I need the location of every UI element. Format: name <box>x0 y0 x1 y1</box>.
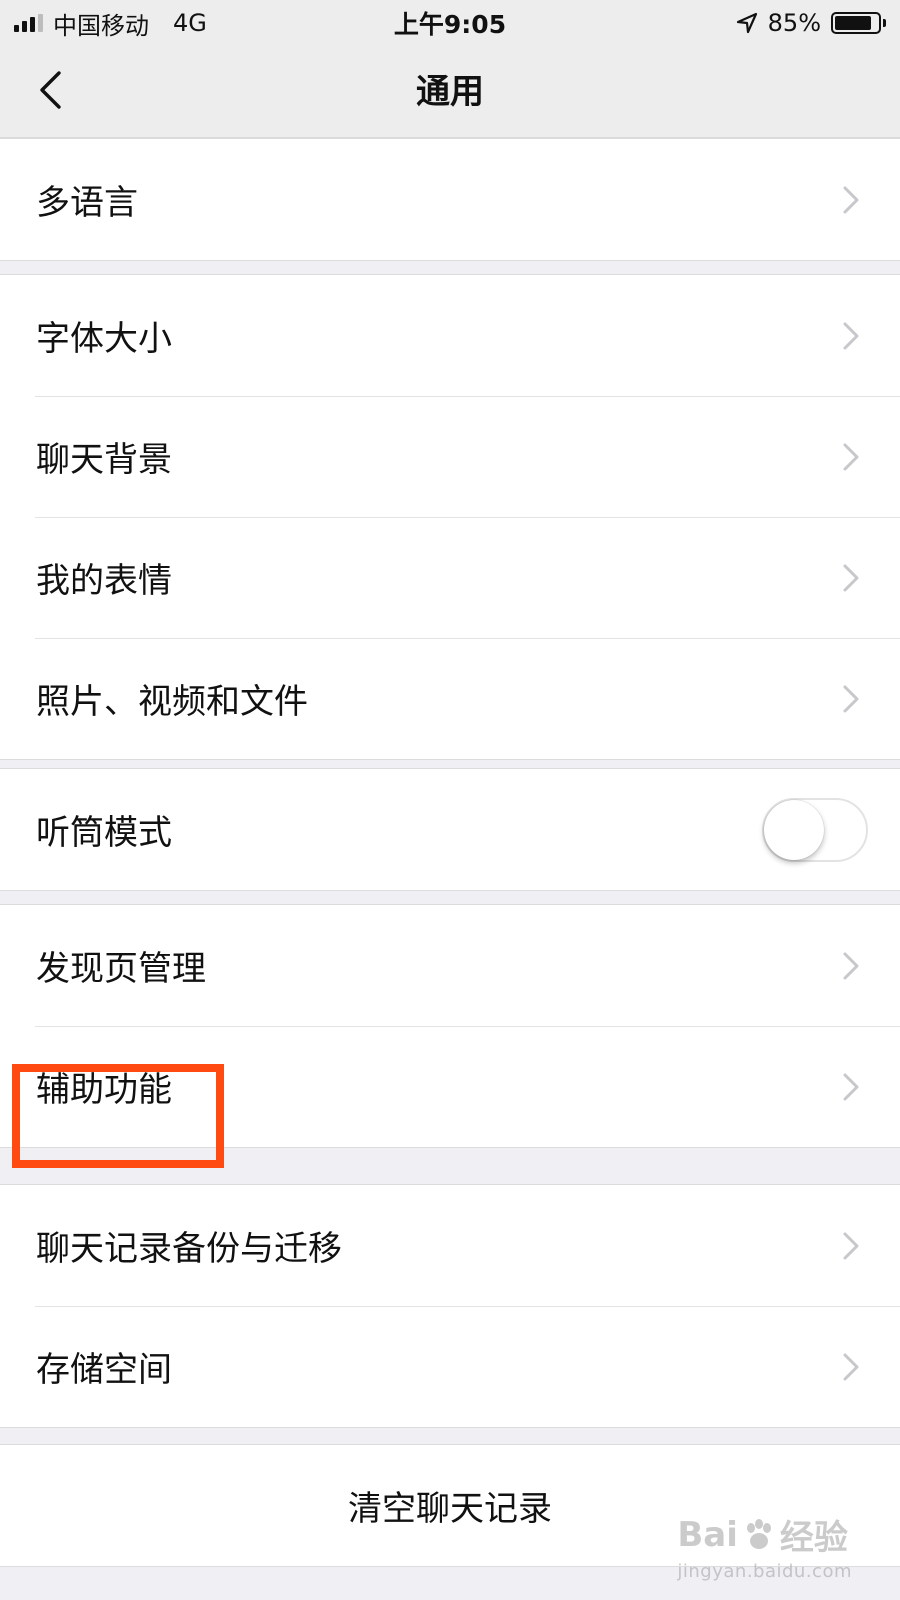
chevron-right-icon <box>842 1352 860 1382</box>
row-label: 发现页管理 <box>36 949 206 989</box>
row-chat-background[interactable]: 聊天背景 <box>0 396 900 517</box>
navigation-bar: 通用 <box>0 46 900 138</box>
row-earpiece-mode: 听筒模式 <box>0 769 900 890</box>
chevron-right-icon <box>842 1072 860 1102</box>
back-button[interactable] <box>26 68 74 116</box>
row-label: 聊天背景 <box>36 440 172 480</box>
status-bar: 中国移动 4G 上午9:05 85% <box>0 0 900 46</box>
carrier-name: 中国移动 <box>53 11 149 40</box>
toggle-knob <box>764 799 824 860</box>
chevron-right-icon <box>842 185 860 215</box>
earpiece-mode-toggle[interactable] <box>762 797 868 862</box>
row-label: 辅助功能 <box>36 1070 172 1110</box>
network-type: 4G <box>173 9 207 37</box>
row-label: 聊天记录备份与迁移 <box>36 1229 342 1269</box>
settings-group-features: 发现页管理 辅助功能 <box>0 904 900 1148</box>
clear-chat-history-label: 清空聊天记录 <box>348 1489 552 1529</box>
row-accessibility[interactable]: 辅助功能 <box>0 1026 900 1147</box>
page-title: 通用 <box>416 72 484 112</box>
row-label: 我的表情 <box>36 561 172 601</box>
chevron-right-icon <box>842 563 860 593</box>
battery-percent: 85% <box>767 9 821 37</box>
row-discover-management[interactable]: 发现页管理 <box>0 905 900 1026</box>
row-storage-space[interactable]: 存储空间 <box>0 1306 900 1427</box>
row-chat-backup-migration[interactable]: 聊天记录备份与迁移 <box>0 1185 900 1306</box>
settings-group-earpiece: 听筒模式 <box>0 768 900 891</box>
row-font-size[interactable]: 字体大小 <box>0 275 900 396</box>
chevron-right-icon <box>842 1231 860 1261</box>
chevron-right-icon <box>842 321 860 351</box>
chevron-right-icon <box>842 442 860 472</box>
settings-group-clear: 清空聊天记录 <box>0 1444 900 1567</box>
row-my-stickers[interactable]: 我的表情 <box>0 517 900 638</box>
location-arrow-icon <box>736 12 758 34</box>
chevron-left-icon <box>37 70 63 114</box>
row-label: 字体大小 <box>36 319 172 359</box>
row-photos-videos-files[interactable]: 照片、视频和文件 <box>0 638 900 759</box>
row-label: 存储空间 <box>36 1350 172 1390</box>
signal-icon <box>14 14 43 32</box>
row-label: 听筒模式 <box>36 813 172 853</box>
row-language[interactable]: 多语言 <box>0 139 900 260</box>
chevron-right-icon <box>842 684 860 714</box>
clear-chat-history-button[interactable]: 清空聊天记录 <box>0 1445 900 1566</box>
battery-icon <box>831 12 886 34</box>
settings-group-language: 多语言 <box>0 138 900 261</box>
row-label: 多语言 <box>36 183 138 223</box>
settings-group-display: 字体大小 聊天背景 我的表情 照片、视频和文件 <box>0 274 900 760</box>
status-left: 中国移动 4G <box>14 6 207 41</box>
settings-group-storage: 聊天记录备份与迁移 存储空间 <box>0 1184 900 1428</box>
status-right: 85% <box>736 9 886 37</box>
chevron-right-icon <box>842 951 860 981</box>
row-label: 照片、视频和文件 <box>36 682 308 722</box>
